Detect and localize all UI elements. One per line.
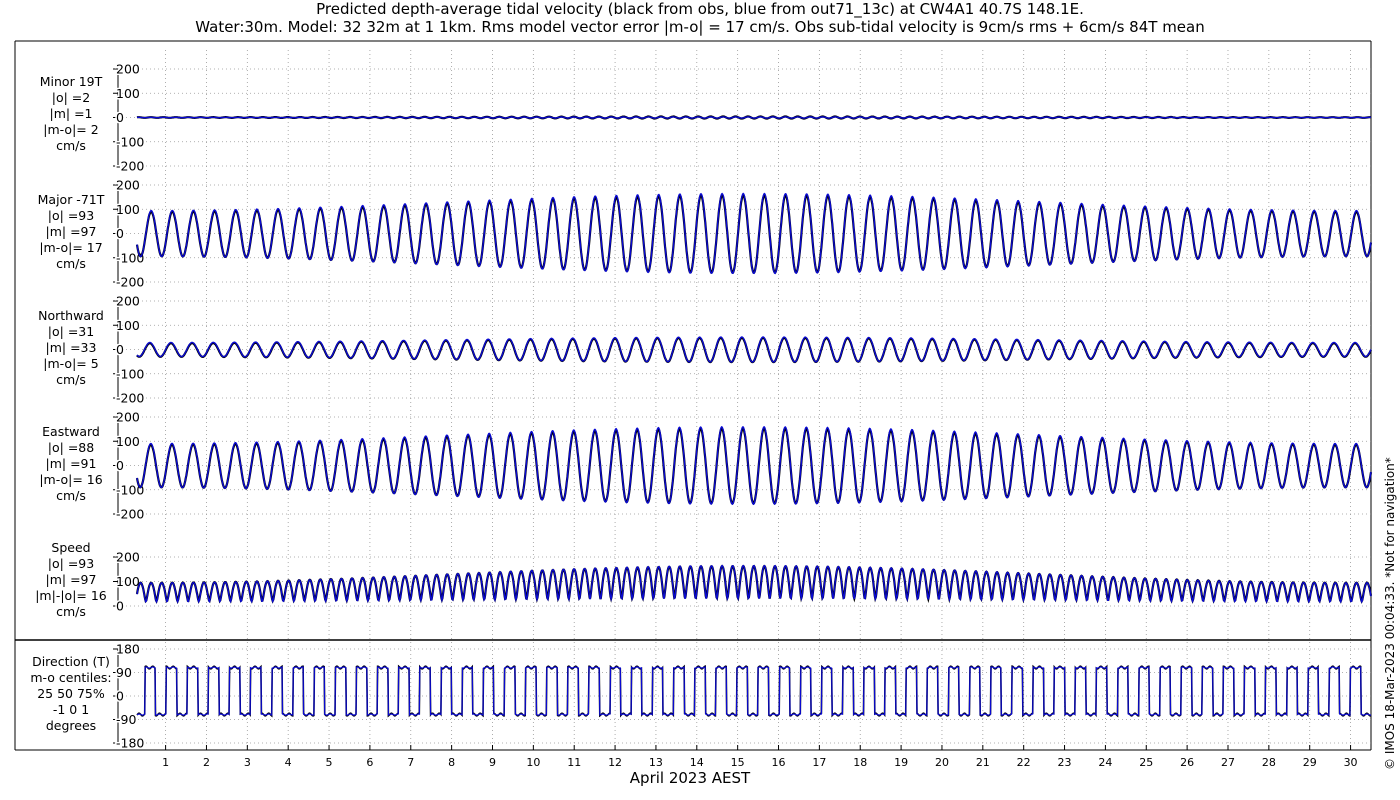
panel-label-line: m-o centiles: [30,670,112,685]
x-tick-label: 30 [1344,756,1358,769]
x-tick-label: 20 [935,756,949,769]
x-tick-label: 13 [649,756,663,769]
obs-direction-line [136,664,1372,718]
panel-label-line: cm/s [56,138,86,153]
x-tick-label: 8 [448,756,455,769]
panel-label-line: cm/s [56,488,86,503]
panel-label-line: |o| =2 [51,90,91,105]
y-tick-label: -200 [116,391,144,406]
obs-series-line [135,193,1373,275]
panel-label-line: |o| =88 [47,440,95,455]
panel-label-line: 25 50 75% [37,686,105,701]
x-tick-label: 14 [690,756,704,769]
x-tick-label: 29 [1303,756,1317,769]
x-tick-label: 22 [1017,756,1031,769]
model-series-line [136,116,1371,119]
panel-label-line: |m| =33 [45,340,97,355]
panel-label-minor: Minor 19T |o| =2 |m| =1 |m-o|= 2 cm/s [16,74,126,154]
x-tick-label: 2 [203,756,210,769]
panel-label-line: cm/s [56,372,86,387]
panel-label-line: |o| =93 [47,208,95,223]
y-tick-label: -200 [116,275,144,290]
panel-northward: 2001000-100-200 [113,292,1373,407]
panel-label-line: Direction (T) [32,654,110,669]
panel-label-line: |m-o|= 2 [43,122,99,137]
chart-title-line-1: Predicted depth-average tidal velocity (… [316,0,1084,18]
y-tick-label: 200 [116,294,140,309]
panel-label-line: |m| =1 [49,106,93,121]
panel-label-line: |m-o|= 16 [39,472,103,487]
panel-label-line: |m-o|= 5 [43,356,99,371]
x-tick-label: 18 [853,756,867,769]
panel-label-line: degrees [45,718,97,733]
x-tick-label: 5 [326,756,333,769]
panel-label-line: Northward [38,308,104,323]
x-tick-label: 19 [894,756,908,769]
x-axis-label: April 2023 AEST [629,769,751,787]
y-tick-label: -200 [116,159,144,174]
copyright-notice: © IMOS 18-Mar-2023 00:04:33. *Not for na… [1383,457,1397,770]
model-series-line [136,564,1372,604]
panel-label-line: |m| =91 [45,456,97,471]
x-tick-label: 11 [567,756,581,769]
panel-label-line: cm/s [56,604,86,619]
panel-label-line: Minor 19T [39,74,103,89]
x-tick-label: 16 [772,756,786,769]
x-tick-label: 21 [976,756,990,769]
y-tick-label: -200 [116,507,144,522]
panel-label-line: |m| =97 [45,224,97,239]
panel-label-line: |m-o|= 17 [39,240,103,255]
panel-label-line: |m|-|o|= 16 [35,588,107,603]
panel-label-line: |o| =31 [47,324,95,339]
x-tick-label: 24 [1098,756,1112,769]
y-tick-label: 200 [116,178,140,193]
x-tick-label: 12 [608,756,622,769]
panel-label-direction: Direction (T) m-o centiles: 25 50 75% -1… [16,654,126,734]
panel-label-line: |o| =93 [47,556,95,571]
x-tick-label: 9 [489,756,496,769]
panel-label-line: Speed [51,540,91,555]
panel-label-line: -1 0 1 [52,702,90,717]
panel-label-line: |m| =97 [45,572,97,587]
panel-eastward: 2001000-100-200 [113,408,1373,523]
x-tick-label: 23 [1058,756,1072,769]
y-tick-label: 200 [116,410,140,425]
x-tick-label: 10 [526,756,540,769]
x-tick-label: 7 [407,756,414,769]
chart-title-line-2: Water:30m. Model: 32 32m at 1 1km. Rms m… [195,18,1205,36]
x-tick-label: 6 [366,756,373,769]
x-tick-label: 15 [731,756,745,769]
x-tick-label: 26 [1180,756,1194,769]
panel-label-line: cm/s [56,256,86,271]
obs-series-line [135,427,1373,506]
panel-label-speed: Speed |o| =93 |m| =97 |m|-|o|= 16 cm/s [16,540,126,620]
panel-speed: 2001000 [113,548,1373,615]
panel-direction: 180900-90-180 [113,640,1372,752]
panel-label-line: Eastward [42,424,100,439]
x-tick-label: 27 [1221,756,1235,769]
x-tick-label: 3 [244,756,251,769]
panel-label-northward: Northward |o| =31 |m| =33 |m-o|= 5 cm/s [16,308,126,388]
tidal-velocity-figure: 1 2 3 4 5 6 7 8 9 10 11 12 13 14 15 16 17 18 19 20 21 22 23 24 2… [14,40,1373,769]
model-direction-line [136,666,1372,716]
x-tick-label: 25 [1139,756,1153,769]
panel-label-line: Major -71T [37,192,105,207]
x-tick-label: 1 [162,756,169,769]
panel-label-major: Major -71T |o| =93 |m| =97 |m-o|= 17 cm/… [16,192,126,272]
x-tick-label: 17 [812,756,826,769]
panel-minor: 2001000-100-200 [113,60,1371,175]
panel-label-eastward: Eastward |o| =88 |m| =91 |m-o|= 16 cm/s [16,424,126,504]
x-tick-label: 4 [285,756,292,769]
y-tick-label: -180 [116,736,144,751]
x-tick-label: 28 [1262,756,1276,769]
panel-major: 2001000-100-200 [113,176,1373,291]
